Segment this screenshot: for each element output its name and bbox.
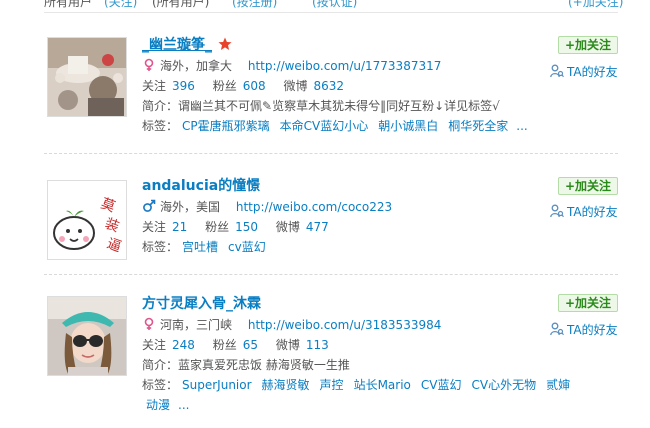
following-label: 关注 (142, 79, 167, 93)
tag-link[interactable]: 声控 (320, 378, 344, 392)
tag-link[interactable]: CV心外无物 (471, 378, 536, 392)
name-row: _幽兰璇筝_ (142, 34, 542, 56)
profile-url-link[interactable]: http://weibo.com/u/3183533984 (248, 318, 442, 332)
stats-row: 关注 248 粉丝 65 微博 113 (142, 335, 542, 355)
ta-friends-link[interactable]: TA的好友 (550, 204, 618, 220)
tag-link[interactable]: CV蓝幻 (421, 378, 462, 392)
tags-label: 标签： (142, 240, 179, 254)
intro-label: 简介： (142, 99, 179, 113)
user-info: andalucia的憧憬 海外，美国 http://weibo.com/coco… (142, 175, 542, 257)
intro-label: 简介： (142, 358, 179, 372)
tag-link[interactable]: 朝小诚黑白 (378, 119, 438, 133)
fans-count[interactable]: 150 (235, 220, 258, 234)
ta-friends-link[interactable]: TA的好友 (550, 322, 618, 338)
top-filter-bar: 所有用户 (关注) (所有用户) (按注册) (按认证) (+加关注) (0, 0, 650, 14)
female-icon (144, 317, 154, 330)
ta-friends-link[interactable]: TA的好友 (550, 64, 618, 80)
profile-url-link[interactable]: http://weibo.com/u/1773387317 (248, 59, 442, 73)
tags-row: 标签： 宫吐槽 cv蓝幻 (142, 237, 542, 257)
top-follow-link[interactable]: (+加关注) (568, 0, 623, 10)
tag-link[interactable]: CP霍唐瓶邪紫璃 (182, 119, 270, 133)
fans-count[interactable]: 608 (243, 79, 266, 93)
filter-link-verified[interactable]: (按认证) (312, 0, 357, 10)
user-info: _幽兰璇筝_ 海外，加拿大 http://weibo.com/u/1773387… (142, 34, 542, 136)
ta-friends-label: TA的好友 (567, 323, 618, 337)
fans-label: 粉丝 (212, 79, 237, 93)
star-badge-icon[interactable] (218, 37, 232, 51)
avatar[interactable] (47, 37, 127, 117)
following-label: 关注 (142, 338, 167, 352)
posts-label: 微博 (283, 79, 308, 93)
tag-link[interactable]: 桐华死全家 (448, 119, 508, 133)
tags-label: 标签： (142, 119, 179, 133)
user-card: _幽兰璇筝_ 海外，加拿大 http://weibo.com/u/1773387… (44, 24, 618, 154)
following-count[interactable]: 396 (172, 79, 195, 93)
female-icon (144, 58, 154, 71)
tag-link[interactable]: 贰婶 (546, 378, 570, 392)
location-text: 海外，加拿大 (160, 59, 233, 73)
top-divider (44, 12, 618, 13)
posts-count[interactable]: 113 (306, 338, 329, 352)
user-card: 莫 装 逼 andalucia的憧憬 海外，美国 http://weibo.co… (44, 165, 618, 275)
following-count[interactable]: 21 (172, 220, 187, 234)
stats-row: 关注 21 粉丝 150 微博 477 (142, 217, 542, 237)
tag-link[interactable]: SuperJunior (182, 378, 252, 392)
follow-button[interactable]: +加关注 (558, 294, 618, 312)
posts-label: 微博 (275, 220, 300, 234)
follow-button[interactable]: +加关注 (558, 177, 618, 195)
user-name[interactable]: andalucia的憧憬 (142, 178, 260, 194)
user-card: 方寸灵犀入骨_沐霖 河南，三门峡 http://weibo.com/u/3183… (44, 285, 618, 428)
follow-button[interactable]: +加关注 (558, 36, 618, 54)
location-row: 河南，三门峡 http://weibo.com/u/3183533984 (142, 315, 542, 335)
intro-row: 简介：蓝家真爱死忠饭 赫海贤敏一生推 (142, 355, 542, 375)
filter-label-all: 所有用户 (44, 0, 93, 9)
ta-friends-label: TA的好友 (567, 205, 618, 219)
location-text: 海外，美国 (160, 200, 221, 214)
following-count[interactable]: 248 (172, 338, 195, 352)
filter-link-following[interactable]: (关注) (104, 0, 137, 10)
tags-row: 标签： CP霍唐瓶邪紫璃 本命CV蓝幻小心 朝小诚黑白 桐华死全家... (142, 116, 542, 136)
tag-link[interactable]: 动漫 (146, 398, 170, 412)
filter-link-register[interactable]: (按注册) (232, 0, 277, 10)
location-text: 河南，三门峡 (160, 318, 233, 332)
tags-more-link[interactable]: ... (178, 398, 189, 412)
location-row: 海外，加拿大 http://weibo.com/u/1773387317 (142, 56, 542, 76)
intro-text: 蓝家真爱死忠饭 赫海贤敏一生推 (178, 358, 350, 372)
tag-link[interactable]: 站长Mario (354, 378, 411, 392)
intro-row: 简介：谓幽兰其不可佩✎览察草木其犹未得兮‖同好互粉↓详见标签√ (142, 96, 542, 116)
user-name[interactable]: 方寸灵犀入骨_沐霖 (142, 296, 261, 312)
avatar[interactable]: 莫 装 逼 (47, 180, 127, 260)
tag-link[interactable]: cv蓝幻 (228, 240, 266, 254)
name-row: 方寸灵犀入骨_沐霖 (142, 293, 542, 315)
fans-label: 粉丝 (212, 338, 237, 352)
person-search-icon (550, 322, 564, 336)
tag-link[interactable]: 宫吐槽 (182, 240, 218, 254)
male-icon (143, 199, 156, 212)
fans-label: 粉丝 (205, 220, 230, 234)
person-search-icon (550, 64, 564, 78)
avatar[interactable] (47, 296, 127, 376)
person-search-icon (550, 204, 564, 218)
tag-link[interactable]: 本命CV蓝幻小心 (280, 119, 369, 133)
tag-link[interactable]: 赫海贤敏 (262, 378, 310, 392)
fans-count[interactable]: 65 (243, 338, 258, 352)
profile-url-link[interactable]: http://weibo.com/coco223 (236, 200, 392, 214)
ta-friends-label: TA的好友 (567, 65, 618, 79)
intro-text: 谓幽兰其不可佩✎览察草木其犹未得兮‖同好互粉↓详见标签√ (178, 99, 500, 113)
user-info: 方寸灵犀入骨_沐霖 河南，三门峡 http://weibo.com/u/3183… (142, 293, 570, 412)
posts-count[interactable]: 477 (306, 220, 329, 234)
location-row: 海外，美国 http://weibo.com/coco223 (142, 197, 542, 217)
posts-count[interactable]: 8632 (314, 79, 345, 93)
tags-label: 标签： (142, 378, 179, 392)
stats-row: 关注 396 粉丝 608 微博 8632 (142, 76, 542, 96)
user-name[interactable]: _幽兰璇筝_ (142, 37, 212, 53)
posts-label: 微博 (275, 338, 300, 352)
following-label: 关注 (142, 220, 167, 234)
filter-label-users[interactable]: (所有用户) (152, 0, 209, 10)
name-row: andalucia的憧憬 (142, 175, 542, 197)
tags-row: 标签： SuperJunior 赫海贤敏 声控 站长Mario CV蓝幻 CV心外无物 贰婶动… (142, 375, 582, 412)
tags-more-link[interactable]: ... (516, 119, 527, 133)
